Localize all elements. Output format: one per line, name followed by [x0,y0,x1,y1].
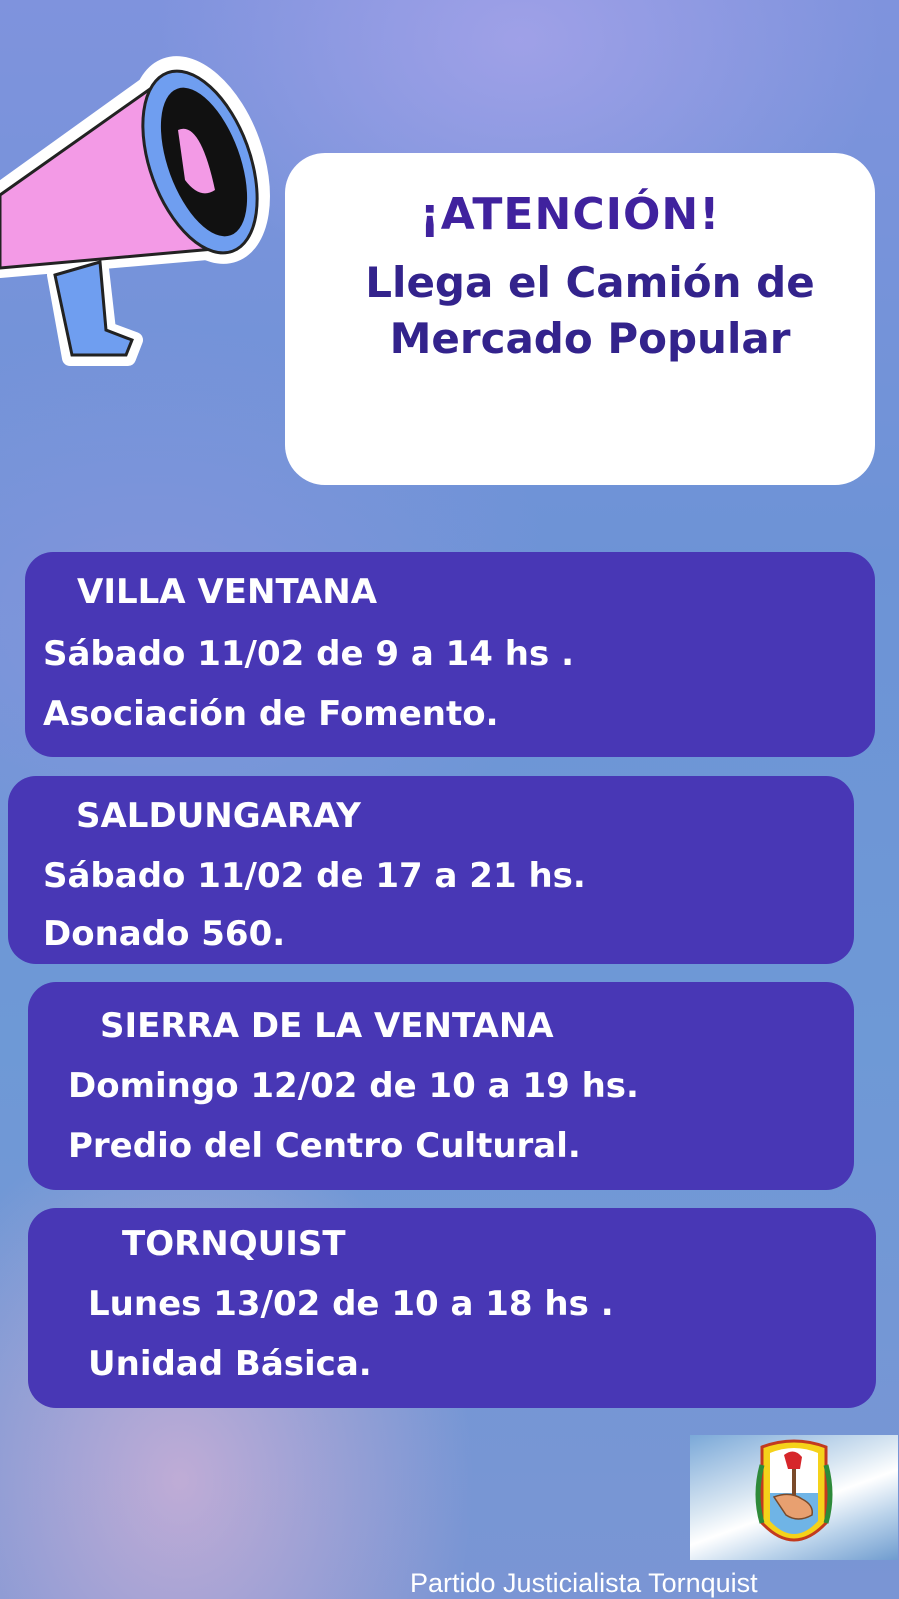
party-logo [690,1435,898,1560]
event-location: Donado 560. [43,914,286,954]
event-date: Lunes 13/02 de 10 a 18 hs . [88,1284,614,1324]
headline-subtitle: Llega el Camión de Mercado Popular [305,255,875,367]
event-card-sierra-de-la-ventana: SIERRA DE LA VENTANA Domingo 12/02 de 10… [28,982,854,1190]
event-location: Asociación de Fomento. [43,694,499,734]
footer-credit: Partido Justicialista Tornquist [410,1568,758,1598]
event-location: Unidad Básica. [88,1344,372,1384]
event-location: Predio del Centro Cultural. [68,1126,581,1166]
headline-card: ¡ATENCIÓN! Llega el Camión de Mercado Po… [285,153,875,485]
attention-title: ¡ATENCIÓN! [419,189,721,240]
subtitle-line-2: Mercado Popular [389,314,791,363]
event-place: TORNQUIST [122,1224,346,1264]
megaphone-icon [0,56,270,366]
subtitle-line-1: Llega el Camión de [365,258,815,307]
party-shield-logo [755,1439,833,1542]
event-date: Sábado 11/02 de 9 a 14 hs . [43,634,574,674]
event-date: Domingo 12/02 de 10 a 19 hs. [68,1066,639,1106]
event-card-villa-ventana: VILLA VENTANA Sábado 11/02 de 9 a 14 hs … [25,552,875,757]
event-card-tornquist: TORNQUIST Lunes 13/02 de 10 a 18 hs . Un… [28,1208,876,1408]
event-place: SIERRA DE LA VENTANA [100,1006,554,1046]
event-date: Sábado 11/02 de 17 a 21 hs. [43,856,586,896]
event-place: SALDUNGARAY [76,796,361,836]
event-card-saldungaray: SALDUNGARAY Sábado 11/02 de 17 a 21 hs. … [8,776,854,964]
event-place: VILLA VENTANA [77,572,378,612]
